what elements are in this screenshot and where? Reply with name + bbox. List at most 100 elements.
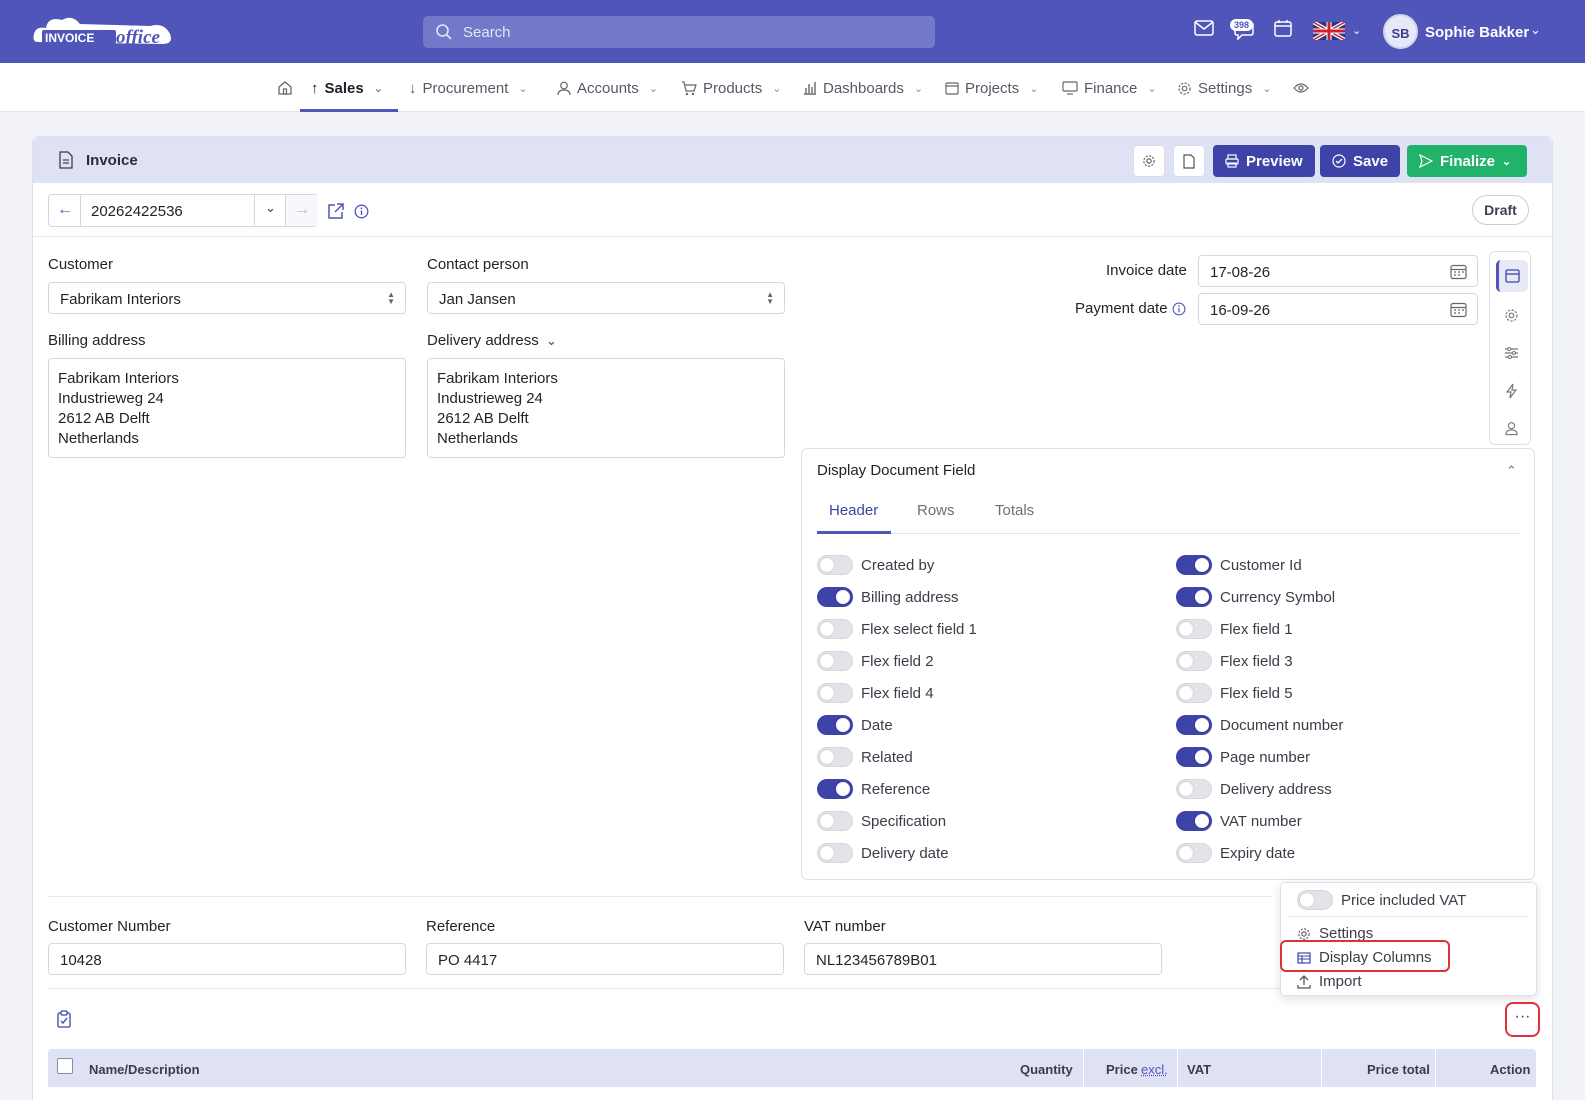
column-header-quantity[interactable]: Quantity bbox=[1020, 1062, 1073, 1077]
field-toggle[interactable] bbox=[817, 843, 853, 863]
home-icon[interactable] bbox=[277, 78, 293, 98]
tab-rows[interactable]: Rows bbox=[917, 502, 955, 519]
payment-date-input[interactable]: 16-09-26 bbox=[1198, 293, 1478, 325]
field-toggle[interactable] bbox=[817, 811, 853, 831]
field-toggle[interactable] bbox=[817, 779, 853, 799]
user-name[interactable]: Sophie Bakker bbox=[1425, 24, 1529, 41]
column-header-price-total[interactable]: Price total bbox=[1367, 1062, 1430, 1077]
divider bbox=[48, 896, 1272, 897]
preview-button[interactable]: Preview bbox=[1213, 145, 1315, 177]
select-all-checkbox[interactable] bbox=[57, 1058, 73, 1074]
card-settings-button[interactable] bbox=[1133, 145, 1165, 177]
reference-input[interactable]: PO 4417 bbox=[426, 943, 784, 975]
customer-select[interactable]: Fabrikam Interiors ▲ ▼ bbox=[48, 282, 406, 314]
uk-flag-icon[interactable] bbox=[1313, 22, 1345, 40]
nav-products[interactable]: Products ⌄ bbox=[681, 78, 781, 98]
eye-icon[interactable] bbox=[1293, 78, 1309, 98]
tab-totals[interactable]: Totals bbox=[995, 502, 1034, 519]
nav-finance[interactable]: Finance ⌄ bbox=[1062, 78, 1157, 98]
field-toggle[interactable] bbox=[817, 747, 853, 767]
document-number: 20262422536 bbox=[91, 203, 183, 220]
contact-person-select[interactable]: Jan Jansen ▲ ▼ bbox=[427, 282, 785, 314]
delivery-address-label[interactable]: Delivery address bbox=[427, 332, 539, 349]
field-toggle[interactable] bbox=[1176, 779, 1212, 799]
field-toggle[interactable] bbox=[817, 555, 853, 575]
field-toggle[interactable] bbox=[1176, 811, 1212, 831]
info-icon[interactable] bbox=[1172, 302, 1186, 316]
field-toggle[interactable] bbox=[817, 715, 853, 735]
column-divider bbox=[1321, 1049, 1322, 1087]
field-toggle[interactable] bbox=[817, 619, 853, 639]
field-toggle[interactable] bbox=[1176, 747, 1212, 767]
finalize-button[interactable]: Finalize ⌄ bbox=[1407, 145, 1527, 177]
customer-number-input[interactable]: 10428 bbox=[48, 943, 406, 975]
column-header-price[interactable]: Price bbox=[1106, 1062, 1138, 1077]
language-chevron-icon[interactable]: ⌄ bbox=[1352, 24, 1361, 37]
address-line: Industrieweg 24 bbox=[437, 389, 775, 409]
clipboard-icon[interactable] bbox=[56, 1010, 72, 1028]
user-menu-chevron-icon[interactable]: ⌄ bbox=[1530, 22, 1541, 38]
search-icon bbox=[435, 23, 453, 41]
nav-accounts[interactable]: Accounts ⌄ bbox=[557, 78, 658, 98]
user-icon[interactable] bbox=[1505, 421, 1518, 436]
notification-badge: 398 bbox=[1230, 19, 1253, 31]
field-toggle[interactable] bbox=[817, 587, 853, 607]
lightning-icon[interactable] bbox=[1505, 383, 1518, 399]
invoice-date-input[interactable]: 17-08-26 bbox=[1198, 255, 1478, 287]
chevron-up-icon[interactable]: ⌃ bbox=[1506, 463, 1517, 479]
calendar-icon[interactable] bbox=[1450, 301, 1467, 318]
status-badge: Draft bbox=[1472, 195, 1529, 225]
next-document-button[interactable]: → bbox=[286, 195, 318, 226]
nav-projects[interactable]: Projects ⌄ bbox=[945, 78, 1038, 98]
field-toggle[interactable] bbox=[1176, 555, 1212, 575]
menu-item-label: Import bbox=[1319, 973, 1362, 990]
field-toggle[interactable] bbox=[817, 651, 853, 671]
vat-number-input[interactable]: NL123456789B01 bbox=[804, 943, 1162, 975]
billing-address-field[interactable]: Fabrikam Interiors Industrieweg 24 2612 … bbox=[48, 358, 406, 458]
avatar[interactable]: SB bbox=[1383, 14, 1418, 49]
price-included-vat-toggle[interactable] bbox=[1297, 890, 1333, 910]
search-input[interactable]: Search bbox=[423, 16, 935, 48]
nav-procurement[interactable]: ↓ Procurement ⌄ bbox=[409, 78, 528, 98]
field-toggle[interactable] bbox=[1176, 683, 1212, 703]
field-toggle[interactable] bbox=[1176, 715, 1212, 735]
nav-settings[interactable]: Settings ⌄ bbox=[1177, 78, 1271, 98]
external-link-icon[interactable] bbox=[327, 202, 345, 220]
price-excl-toggle[interactable]: excl. bbox=[1141, 1062, 1168, 1077]
payment-date-value: 16-09-26 bbox=[1210, 302, 1270, 319]
delivery-address-field[interactable]: Fabrikam Interiors Industrieweg 24 2612 … bbox=[427, 358, 785, 458]
invoiceoffice-logo[interactable]: INVOICE office bbox=[32, 12, 182, 52]
calendar-icon[interactable] bbox=[1450, 263, 1467, 280]
field-toggle[interactable] bbox=[817, 683, 853, 703]
display-columns-highlight bbox=[1280, 940, 1450, 972]
column-header-name[interactable]: Name/Description bbox=[89, 1062, 200, 1077]
nav-sales[interactable]: ↑ Sales ⌄ bbox=[311, 78, 383, 98]
field-toggle[interactable] bbox=[1176, 619, 1212, 639]
document-dropdown-button[interactable]: ⌄ bbox=[254, 195, 286, 226]
field-toggle[interactable] bbox=[1176, 843, 1212, 863]
column-header-vat[interactable]: VAT bbox=[1187, 1062, 1211, 1077]
calendar-icon[interactable] bbox=[1274, 19, 1292, 37]
vat-number-value: NL123456789B01 bbox=[816, 952, 937, 969]
updown-icon: ▲ ▼ bbox=[766, 291, 774, 305]
more-options-button[interactable]: ··· bbox=[1505, 1002, 1540, 1037]
field-toggle[interactable] bbox=[1176, 651, 1212, 671]
gear-icon[interactable] bbox=[1504, 308, 1519, 323]
previous-document-button[interactable]: ← bbox=[49, 195, 81, 226]
chevron-down-icon[interactable]: ⌄ bbox=[546, 333, 557, 349]
save-button[interactable]: Save bbox=[1320, 145, 1400, 177]
column-divider bbox=[1435, 1049, 1436, 1087]
field-toggle[interactable] bbox=[1176, 587, 1212, 607]
sliders-icon[interactable] bbox=[1504, 346, 1519, 360]
document-number-selector[interactable]: ← 20262422536 ⌄ → bbox=[48, 194, 318, 227]
info-icon[interactable] bbox=[354, 204, 369, 219]
gear-icon bbox=[1297, 927, 1311, 941]
tab-header[interactable]: Header bbox=[829, 502, 878, 519]
pdf-button[interactable] bbox=[1173, 145, 1205, 177]
field-toggle-label: Flex field 4 bbox=[861, 685, 934, 702]
nav-dashboards[interactable]: Dashboards ⌄ bbox=[803, 78, 923, 98]
mail-icon[interactable] bbox=[1194, 20, 1214, 36]
menu-item-import[interactable]: Import bbox=[1297, 973, 1362, 990]
field-toggle-label: Reference bbox=[861, 781, 930, 798]
calendar-tool-button[interactable] bbox=[1496, 260, 1528, 292]
